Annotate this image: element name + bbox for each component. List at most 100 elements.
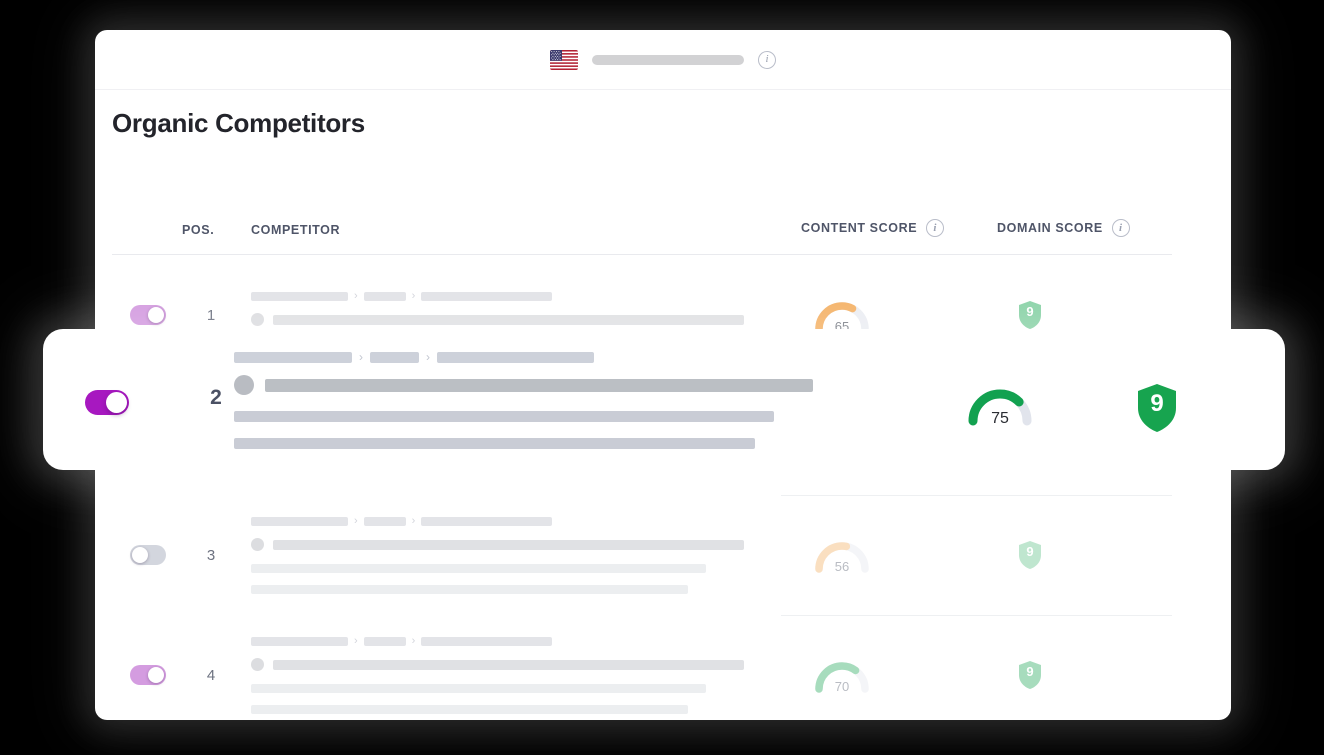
row-position: 4 — [206, 666, 216, 684]
breadcrumb-segment — [421, 292, 553, 301]
table-row[interactable]: 3 › › 56 9 — [112, 495, 1172, 615]
chevron-right-icon: › — [411, 635, 416, 647]
row-competitor: › › — [251, 636, 752, 714]
breadcrumb: › › — [251, 516, 752, 527]
domain-score-value: 9 — [1026, 304, 1034, 319]
toggle-knob — [148, 307, 164, 323]
result-title-placeholder — [273, 314, 744, 325]
content-score-value: 75 — [991, 410, 1009, 427]
column-header-position: POS. — [182, 223, 215, 237]
row-compare-toggle-cell — [130, 305, 166, 325]
domain-score-shield-icon: 9 — [1017, 540, 1043, 570]
breadcrumb: › › — [251, 636, 752, 647]
breadcrumb: › › — [251, 291, 752, 302]
chevron-right-icon: › — [359, 350, 363, 364]
row-compare-toggle-cell — [130, 665, 166, 685]
info-icon[interactable]: i — [758, 50, 776, 69]
row-content-score: 56 — [812, 537, 922, 574]
result-description-placeholder — [251, 564, 706, 573]
highlighted-row-content-score: 75 — [965, 384, 1035, 427]
chevron-right-icon: › — [354, 635, 358, 647]
highlighted-compare-toggle-cell — [85, 390, 129, 415]
favicon-placeholder — [251, 658, 264, 671]
compare-toggle[interactable] — [85, 390, 129, 415]
result-description-placeholder — [234, 438, 755, 449]
screenshot-stage: i Organic Competitors POS. COMPETITOR CO… — [0, 0, 1324, 755]
chevron-right-icon: › — [354, 515, 358, 527]
breadcrumb-segment — [363, 517, 406, 526]
row-competitor: › › — [251, 516, 752, 594]
result-title-line — [251, 658, 752, 671]
table-header-row: POS. COMPETITOR CONTENT SCORE i DOMAIN S… — [112, 180, 1172, 255]
domain-score-shield-icon: 9 — [1017, 660, 1043, 690]
chevron-right-icon: › — [426, 350, 430, 364]
highlighted-row-position: 2 — [210, 386, 222, 409]
compare-toggle[interactable] — [130, 545, 166, 565]
result-description-placeholder — [251, 585, 688, 594]
breadcrumb-segment — [251, 637, 348, 646]
content-score-value: 70 — [834, 679, 850, 694]
us-flag-icon — [550, 49, 578, 70]
content-score-gauge: 65 — [812, 297, 872, 334]
chevron-right-icon: › — [411, 290, 416, 302]
highlighted-competitor-row[interactable]: 2 › › 75 9 — [43, 329, 1285, 470]
favicon-placeholder — [251, 538, 264, 551]
toggle-knob — [148, 667, 164, 683]
row-position: 1 — [206, 306, 216, 324]
row-content-score: 65 — [812, 297, 922, 334]
content-score-info-icon[interactable]: i — [926, 219, 945, 237]
row-domain-score: 9 — [1017, 300, 1107, 330]
result-title-placeholder — [273, 539, 744, 550]
result-title-line — [234, 375, 813, 395]
favicon-placeholder — [234, 375, 254, 395]
breadcrumb-segment — [370, 351, 419, 363]
compare-toggle[interactable] — [130, 665, 166, 685]
content-score-gauge: 70 — [812, 657, 872, 694]
domain-score-info-icon[interactable]: i — [1111, 219, 1130, 237]
result-title-line — [251, 538, 752, 551]
highlighted-row-domain-score: 9 — [1134, 382, 1180, 434]
chevron-right-icon: › — [354, 290, 358, 302]
breadcrumb: › › — [234, 351, 813, 363]
toggle-knob — [132, 547, 148, 563]
content-score-value: 56 — [834, 559, 850, 574]
breadcrumb-segment — [251, 292, 348, 301]
favicon-placeholder — [251, 313, 264, 326]
row-domain-score: 9 — [1017, 540, 1107, 570]
result-title-line — [251, 313, 752, 326]
top-bar: i — [95, 30, 1231, 90]
row-domain-score: 9 — [1017, 660, 1107, 690]
breadcrumb-segment — [251, 517, 348, 526]
result-title-placeholder — [273, 659, 744, 670]
table-row[interactable]: 4 › › 70 9 — [112, 615, 1172, 735]
content-score-gauge: 75 — [965, 384, 1035, 427]
breadcrumb-segment — [421, 637, 553, 646]
row-position: 3 — [206, 546, 216, 564]
breadcrumb-segment — [234, 351, 352, 363]
top-bar-content: i — [550, 49, 776, 70]
result-title-placeholder — [265, 378, 813, 392]
domain-score-shield-icon: 9 — [1017, 300, 1043, 330]
content-score-gauge: 56 — [812, 537, 872, 574]
column-header-domain-score-label: DOMAIN SCORE — [997, 221, 1103, 235]
breadcrumb-segment — [437, 351, 594, 363]
column-header-competitor: COMPETITOR — [251, 223, 341, 237]
result-description-placeholder — [251, 705, 688, 714]
compare-toggle[interactable] — [130, 305, 166, 325]
page-title: Organic Competitors — [112, 108, 365, 138]
row-compare-toggle-cell — [130, 545, 166, 565]
domain-score-value: 9 — [1026, 544, 1034, 559]
column-header-domain-score: DOMAIN SCORE i — [997, 219, 1130, 237]
highlighted-row-content: 2 › › 75 9 — [43, 329, 1285, 470]
row-content-score: 70 — [812, 657, 922, 694]
column-header-content-score: CONTENT SCORE i — [801, 219, 945, 237]
breadcrumb-segment — [363, 637, 406, 646]
domain-score-shield-icon: 9 — [1134, 382, 1180, 434]
highlighted-row-competitor: › › — [234, 351, 813, 449]
domain-url-placeholder — [592, 54, 744, 65]
column-header-content-score-label: CONTENT SCORE — [801, 221, 918, 235]
toggle-knob — [106, 392, 127, 413]
domain-score-value: 9 — [1026, 664, 1034, 679]
breadcrumb-segment — [363, 292, 406, 301]
breadcrumb-segment — [421, 517, 553, 526]
